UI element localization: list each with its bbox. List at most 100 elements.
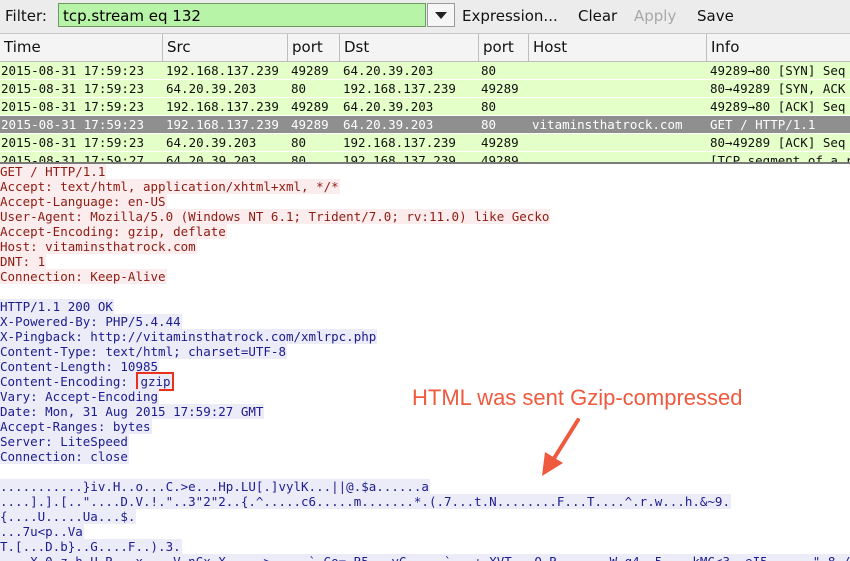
packet-list-header: Time Src port Dst port Host Info <box>0 34 850 62</box>
stream-text: Connection: close <box>0 449 129 464</box>
request-line: DNT: 1 <box>0 254 47 269</box>
column-header-src[interactable]: Src <box>163 34 288 61</box>
packet-row[interactable]: 2015-08-31 17:59:23 64.20.39.203 80 192.168… <box>0 80 850 98</box>
packet-dst-port: 49289 <box>481 81 519 96</box>
column-header-time[interactable]: Time <box>0 34 163 61</box>
packet-time: 2015-08-31 17:59:23 <box>1 99 144 114</box>
display-filter-input[interactable]: tcp.stream eq 132 <box>58 3 426 27</box>
packet-src-port: 49289 <box>291 99 329 114</box>
stream-text: Accept-Encoding: gzip, deflate <box>0 224 227 239</box>
packet-time: 2015-08-31 17:59:23 <box>1 117 144 132</box>
stream-text: {....U.....Ua...$. <box>0 509 137 524</box>
packet-dst: 64.20.39.203 <box>343 99 434 114</box>
response-body-line: ....].].[.."....D.V.!."..3"2"2..{.^.....… <box>0 494 731 509</box>
request-line: Accept-Encoding: gzip, deflate <box>0 224 227 239</box>
request-line: GET / HTTP/1.1 <box>0 164 107 179</box>
packet-time: 2015-08-31 17:59:23 <box>1 135 144 150</box>
packet-row-selected[interactable]: 2015-08-31 17:59:23 192.168.137.239 49289 6… <box>0 116 850 134</box>
packet-src: 64.20.39.203 <box>166 153 257 164</box>
response-body-line: ...........}iv.H..o...C.>e...Hp.LU[.]vyl… <box>0 479 430 494</box>
tcp-stream-content: GET / HTTP/1.1 Accept: text/html, applica… <box>0 164 850 561</box>
packet-src: 192.168.137.239 <box>166 63 279 78</box>
request-line: Accept: text/html, application/xhtml+xml… <box>0 179 340 194</box>
response-line-content-encoding: Content-Encoding: gzip <box>0 372 174 391</box>
expression-button[interactable]: Expression... <box>462 7 558 25</box>
stream-text: User-Agent: Mozilla/5.0 (Windows NT 6.1;… <box>0 209 551 224</box>
clear-button[interactable]: Clear <box>578 7 617 25</box>
packet-src: 192.168.137.239 <box>166 117 279 132</box>
column-header-info[interactable]: Info <box>707 34 850 61</box>
filter-label: Filter: <box>5 7 47 25</box>
packet-dst: 192.168.137.239 <box>343 135 456 150</box>
packet-row[interactable]: 2015-08-31 17:59:23 64.20.39.203 80 192.168… <box>0 134 850 152</box>
packet-src-port: 80 <box>291 135 307 150</box>
packet-row[interactable]: 2015-08-31 17:59:23 192.168.137.239 49289 6… <box>0 98 850 116</box>
stream-text: Accept: text/html, application/xhtml+xml… <box>0 179 340 194</box>
column-header-host[interactable]: Host <box>529 34 707 61</box>
packet-dst-port: 80 <box>481 63 497 78</box>
packet-dst-port: 80 <box>481 117 497 132</box>
packet-dst: 192.168.137.239 <box>343 81 456 96</box>
stream-text: T.[...D.b}..G....F..).3. <box>0 539 182 554</box>
response-line: Accept-Ranges: bytes <box>0 419 152 434</box>
annotation-text: HTML was sent Gzip-compressed <box>412 385 743 410</box>
response-body-line: ....X.0.z.h.U.R...x....V.nCx.X.....>....… <box>0 554 850 561</box>
packet-dst-port: 49289 <box>481 153 519 164</box>
response-line: X-Pingback: http://vitaminsthatrock.com/… <box>0 329 378 344</box>
response-line: Vary: Accept-Encoding <box>0 389 160 404</box>
packet-row[interactable]: 2015-08-31 17:59:23 192.168.137.239 49289 6… <box>0 62 850 80</box>
request-line: User-Agent: Mozilla/5.0 (Windows NT 6.1;… <box>0 209 551 224</box>
packet-time: 2015-08-31 17:59:27 <box>1 153 144 164</box>
packet-info: 49289→80 [ACK] Seq <box>710 99 846 114</box>
response-line: Date: Mon, 31 Aug 2015 17:59:27 GMT <box>0 404 265 419</box>
stream-text: ....X.0.z.h.U.R...x....V.nCx.X.....>....… <box>0 554 850 561</box>
stream-text: Accept-Language: en-US <box>0 194 167 209</box>
packet-src: 64.20.39.203 <box>166 81 257 96</box>
response-line: X-Powered-By: PHP/5.4.44 <box>0 314 182 329</box>
stream-text: Date: Mon, 31 Aug 2015 17:59:27 GMT <box>0 404 265 419</box>
response-line: Content-Type: text/html; charset=UTF-8 <box>0 344 287 359</box>
packet-row[interactable]: 2015-08-31 17:59:27 64.20.39.203 80 192.168… <box>0 152 850 164</box>
request-line: Accept-Language: en-US <box>0 194 167 209</box>
stream-text: Host: vitaminsthatrock.com <box>0 239 197 254</box>
packet-src-port: 80 <box>291 153 307 164</box>
request-line: Host: vitaminsthatrock.com <box>0 239 197 254</box>
response-body-line: ...7u<p..Va <box>0 524 84 539</box>
packet-src-port: 80 <box>291 81 307 96</box>
stream-text: ...........}iv.H..o...C.>e...Hp.LU[.]vyl… <box>0 479 430 494</box>
packet-host: vitaminsthatrock.com <box>532 117 683 132</box>
packet-dst: 192.168.137.239 <box>343 153 456 164</box>
packet-time: 2015-08-31 17:59:23 <box>1 81 144 96</box>
packet-info: 49289→80 [SYN] Seq <box>710 63 846 78</box>
stream-text: Server: LiteSpeed <box>0 434 129 449</box>
response-body-line: {....U.....Ua...$. <box>0 509 137 524</box>
packet-src-port: 49289 <box>291 117 329 132</box>
column-header-src-port[interactable]: port <box>288 34 340 61</box>
packet-time: 2015-08-31 17:59:23 <box>1 63 144 78</box>
apply-button[interactable]: Apply <box>634 7 676 25</box>
response-body-line: T.[...D.b}..G....F..).3. <box>0 539 182 554</box>
packet-info: [TCP segment of a r <box>710 153 850 164</box>
stream-text: X-Powered-By: PHP/5.4.44 <box>0 314 182 329</box>
save-button[interactable]: Save <box>697 7 734 25</box>
packet-info: GET / HTTP/1.1 <box>710 117 816 132</box>
filter-dropdown-button[interactable] <box>427 3 455 27</box>
request-line: Connection: Keep-Alive <box>0 269 167 284</box>
stream-text: ...7u<p..Va <box>0 524 84 539</box>
stream-text: Content-Encoding: <box>0 374 137 389</box>
stream-text: Vary: Accept-Encoding <box>0 389 160 404</box>
stream-text: Accept-Ranges: bytes <box>0 419 152 434</box>
stream-text: Connection: Keep-Alive <box>0 269 167 284</box>
packet-dst-port: 80 <box>481 99 497 114</box>
stream-text: Content-Type: text/html; charset=UTF-8 <box>0 344 287 359</box>
column-header-dst[interactable]: Dst <box>340 34 479 61</box>
packet-list: 2015-08-31 17:59:23 192.168.137.239 49289 6… <box>0 62 850 164</box>
packet-src: 64.20.39.203 <box>166 135 257 150</box>
packet-src: 192.168.137.239 <box>166 99 279 114</box>
stream-text: DNT: 1 <box>0 254 47 269</box>
column-header-dst-port[interactable]: port <box>479 34 529 61</box>
response-line: Connection: close <box>0 449 129 464</box>
stream-text: X-Pingback: http://vitaminsthatrock.com/… <box>0 329 378 344</box>
stream-text: GET / HTTP/1.1 <box>0 164 107 179</box>
packet-dst-port: 49289 <box>481 135 519 150</box>
